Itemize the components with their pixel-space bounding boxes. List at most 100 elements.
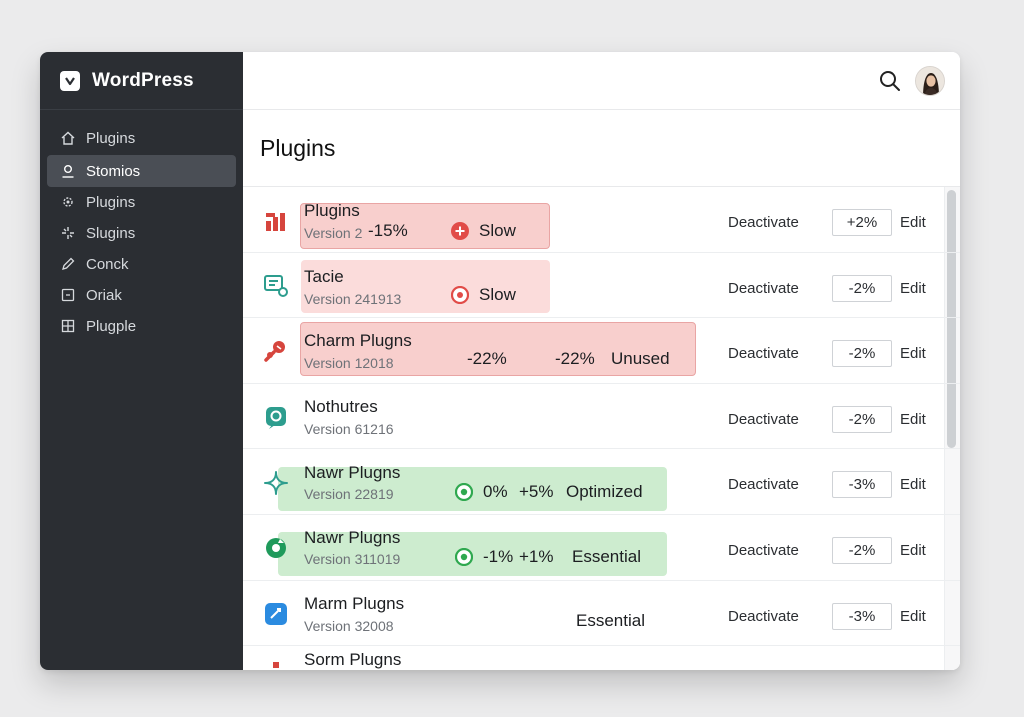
status-badge: -1% [454,546,514,567]
sidebar-item-oriak[interactable]: Oriak [47,279,236,311]
bar-chart-icon [263,209,289,235]
stat-value: -22% [555,349,595,369]
user-avatar[interactable] [915,66,945,96]
sparkle-icon [60,225,76,241]
plugin-version: Version 22819 [304,486,394,503]
sidebar-item-plugins-2[interactable]: Plugins [47,186,236,218]
status-label: Optimized [566,482,643,502]
sidebar-item-plugins[interactable]: Plugins [47,122,236,154]
plugin-name: Plugins [304,201,360,220]
deactivate-link[interactable]: Deactivate [728,608,799,625]
plugin-version: Version 61216 [304,420,394,437]
stat-value: -22% [467,349,507,369]
table-row: Sorm Plugns [243,646,960,670]
plugin-name: Nawr Plugns [304,463,401,483]
status-label: Slow [479,284,516,304]
plugin-name: Nothutres [304,396,378,416]
message-gear-icon [263,404,289,430]
home-icon [60,130,76,146]
blue-app-icon [263,601,289,627]
plugin-version: Version 32008 [304,617,394,634]
sidebar-item-label: Oriak [86,286,122,304]
edit-link[interactable]: Edit [900,345,926,362]
status-label: Slow [479,221,516,240]
sidebar-item-label: Plugins [86,129,136,147]
table-row: Nawr Plugns Version 22819 0% +5% Optimiz… [243,449,960,515]
sidebar-nav: Plugins Stomios Plugins Slugins Conck Or… [40,110,243,342]
sidebar-item-label: Conck [86,255,129,273]
plugin-name: Sorm Plugns [304,650,402,670]
plugin-list: Plugins Version 2 -15% Slow Deactivate +… [243,187,960,670]
table-row: Tacie Version 241913 Slow Deactivate -2%… [243,253,960,319]
main-content: Plugins Plugins Version 2 -15% Slow Deac… [243,52,960,670]
sidebar-item-label: Plugple [86,317,137,335]
plus-circle-icon [451,222,469,240]
impact-value[interactable]: -2% [832,536,892,564]
user-icon [60,163,76,179]
sidebar-item-label: Plugins [86,193,136,211]
status-label: Essential [576,610,645,630]
table-row: Nothutres Version 61216 Deactivate -2% E… [243,384,960,450]
plugin-version: Version 2 [304,225,363,241]
stat-value: -1% [483,546,514,566]
grid-icon [60,318,76,334]
sidebar-item-slugins[interactable]: Slugins [47,217,236,249]
impact-value[interactable]: -2% [832,274,892,302]
deactivate-link[interactable]: Deactivate [728,542,799,559]
check-circle-icon [454,547,474,567]
app-title: WordPress [92,69,194,91]
plug-icon [263,337,289,363]
stat-value: +5% [519,482,554,502]
target-icon [450,285,470,304]
sparkle-icon [263,470,289,496]
plugin-version: Version 12018 [304,355,394,372]
sidebar-item-plugple[interactable]: Plugple [47,310,236,342]
deactivate-link[interactable]: Deactivate [728,345,799,362]
brand[interactable]: WordPress [40,52,243,110]
stat-value: +1% [519,546,554,566]
status-label: Essential [572,546,641,566]
page-header: Plugins [243,110,960,187]
plugin-name: Marm Plugns [304,593,405,613]
red-plugin-icon [263,660,289,670]
deactivate-link[interactable]: Deactivate [728,476,799,493]
table-row: Nawr Plugns Version 311019 -1% +1% Essen… [243,515,960,581]
impact-value[interactable]: -2% [832,340,892,368]
check-circle-icon [454,483,474,502]
sidebar-item-conck[interactable]: Conck [47,248,236,280]
sidebar-item-stomios[interactable]: Stomios [47,155,236,187]
edit-link[interactable]: Edit [900,214,926,231]
table-row: Charm Plugns Version 12018 -22% -22% Unu… [243,318,960,384]
stat-value: -15% [368,221,408,240]
pencil-icon [60,256,76,272]
edit-link[interactable]: Edit [900,476,926,493]
status-badge: Slow [450,284,516,305]
sidebar-item-label: Slugins [86,224,136,242]
status-badge: Slow [451,221,516,241]
edit-link[interactable]: Edit [900,411,926,428]
impact-value[interactable]: -2% [832,405,892,433]
edit-link[interactable]: Edit [900,608,926,625]
stat-value: 0% [483,482,508,502]
edit-link[interactable]: Edit [900,542,926,559]
plugin-name: Tacie [304,266,344,286]
impact-value[interactable]: +2% [832,209,892,236]
deactivate-link[interactable]: Deactivate [728,411,799,428]
plugin-name: Nawr Plugns [304,527,401,547]
sidebar: WordPress Plugins Stomios Plugins Slugin… [40,52,243,670]
box-icon [60,287,76,303]
app-window: WordPress Plugins Stomios Plugins Slugin… [40,52,960,670]
deactivate-link[interactable]: Deactivate [728,280,799,297]
deactivate-link[interactable]: Deactivate [728,214,799,231]
edit-link[interactable]: Edit [900,280,926,297]
page-title: Plugins [260,134,336,161]
table-row: Marm Plugns Version 32008 Essential Deac… [243,581,960,647]
impact-value[interactable]: -3% [832,602,892,630]
plugin-gear-icon [60,194,76,210]
plugin-version: Version 311019 [304,550,401,567]
refresh-circle-icon [263,535,289,561]
search-icon[interactable] [878,69,902,93]
impact-value[interactable]: -3% [832,471,892,499]
chat-code-icon [263,273,289,299]
wordpress-logo-icon [60,70,80,91]
